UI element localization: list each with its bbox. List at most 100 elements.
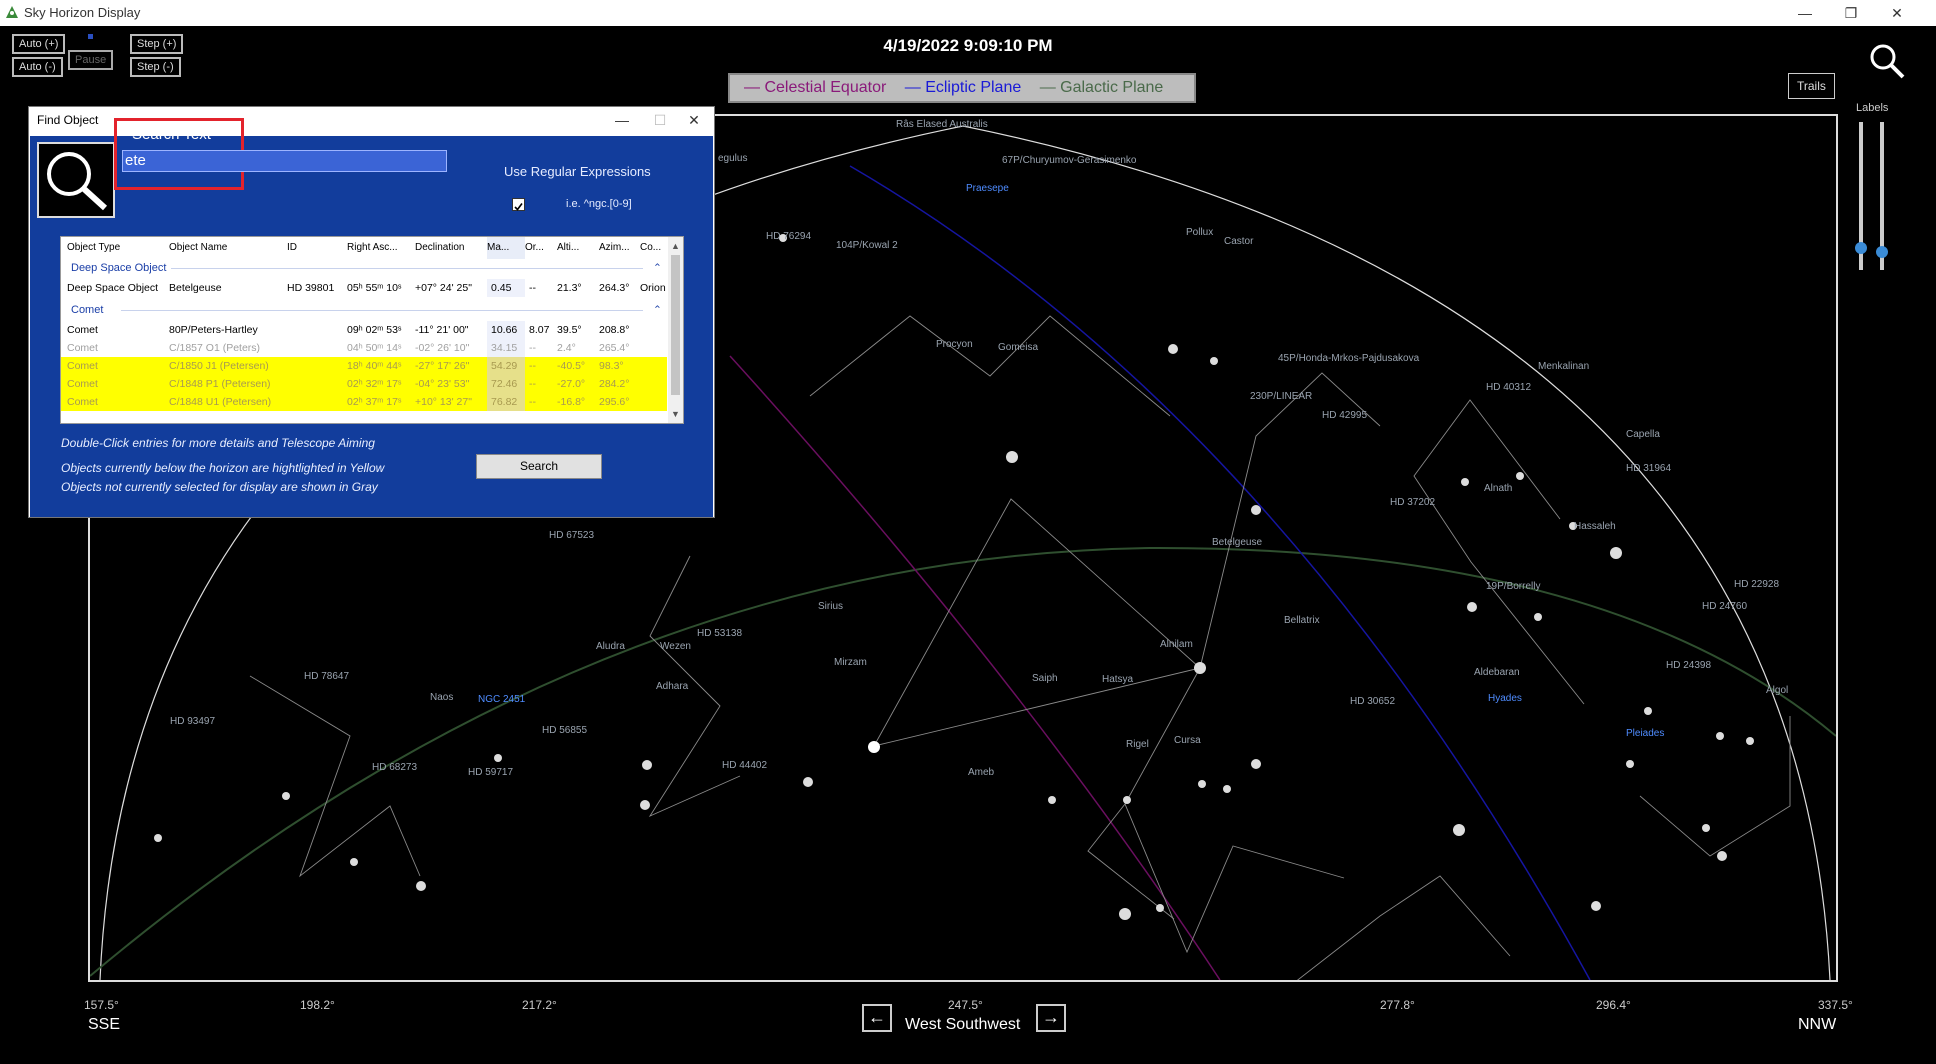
current-datetime: 4/19/2022 9:09:10 PM — [883, 36, 1053, 55]
trails-button[interactable]: Trails — [1788, 73, 1835, 99]
svg-text:HD 22928: HD 22928 — [1734, 579, 1779, 590]
search-text-label: Search Text — [132, 126, 211, 143]
restore-icon[interactable]: ❐ — [1828, 0, 1874, 26]
azimuth-tick: 157.5° — [84, 998, 119, 1012]
svg-text:Procyon: Procyon — [936, 339, 973, 350]
table-row[interactable]: Deep Space Object Betelgeuse HD 39801 05… — [61, 279, 667, 297]
col-declination[interactable]: Declination — [415, 237, 464, 259]
pan-left-arrow-icon[interactable]: ← — [862, 1004, 892, 1032]
svg-text:Praesepe: Praesepe — [966, 183, 1009, 194]
svg-text:HD 37202: HD 37202 — [1390, 497, 1435, 508]
svg-text:104P/Kowal 2: 104P/Kowal 2 — [836, 240, 898, 251]
svg-text:Cursa: Cursa — [1174, 735, 1201, 746]
svg-text:Rigel: Rigel — [1126, 739, 1149, 750]
svg-text:Saiph: Saiph — [1032, 673, 1058, 684]
svg-text:HD 30652: HD 30652 — [1350, 696, 1395, 707]
svg-text:Pollux: Pollux — [1186, 227, 1213, 238]
svg-text:HD 93497: HD 93497 — [170, 716, 215, 727]
size-slider-thumb[interactable] — [1876, 246, 1888, 258]
svg-text:Pleiades: Pleiades — [1626, 728, 1664, 739]
svg-text:Alnilam: Alnilam — [1160, 639, 1193, 650]
col-altitude[interactable]: Alti... — [557, 237, 579, 259]
col-azimuth[interactable]: Azim... — [599, 237, 630, 259]
center-direction: West Southwest — [905, 1016, 1021, 1033]
col-orbit[interactable]: Or... — [525, 237, 544, 259]
svg-text:Mirzam: Mirzam — [834, 657, 867, 668]
step-minus-button[interactable]: Step (-) — [130, 57, 181, 77]
minimize-icon[interactable]: — — [1782, 0, 1828, 26]
regex-checkbox[interactable] — [512, 198, 525, 211]
table-row[interactable]: Comet C/1848 U1 (Petersen) 02ʰ 37ᵐ 17ˢ +… — [61, 393, 667, 411]
col-object-name[interactable]: Object Name — [169, 237, 227, 259]
scrollbar-thumb[interactable] — [671, 255, 680, 395]
svg-text:HD 42995: HD 42995 — [1322, 410, 1367, 421]
regex-label: Use Regular Expressions — [504, 164, 651, 179]
scroll-down-icon[interactable]: ▼ — [671, 409, 680, 419]
pan-right-arrow-icon[interactable]: → — [1036, 1004, 1066, 1032]
table-row[interactable]: Comet C/1848 P1 (Petersen) 02ʰ 32ᵐ 17ˢ -… — [61, 375, 667, 393]
close-icon[interactable]: ✕ — [1874, 0, 1920, 26]
search-icon[interactable] — [1868, 42, 1906, 80]
svg-text:Capella: Capella — [1626, 429, 1660, 440]
svg-text:Betelgeuse: Betelgeuse — [1212, 537, 1262, 548]
table-row[interactable]: Comet C/1850 J1 (Petersen) 18ʰ 40ᵐ 44ˢ -… — [61, 357, 667, 375]
left-direction: SSE — [88, 1016, 121, 1033]
dialog-close-icon[interactable]: ✕ — [673, 107, 715, 133]
table-row[interactable]: Comet 80P/Peters-Hartley 09ʰ 02ᵐ 53ˢ -11… — [61, 321, 667, 339]
svg-text:HD 44402: HD 44402 — [722, 760, 767, 771]
hint-yellow: Objects currently below the horizon are … — [61, 461, 385, 475]
group-header[interactable]: Comet ⌃ — [61, 301, 667, 319]
svg-text:Menkalinan: Menkalinan — [1538, 361, 1589, 372]
dialog-minimize-icon[interactable]: — — [601, 107, 643, 133]
hint-gray: Objects not currently selected for displ… — [61, 480, 378, 494]
svg-text:NGC 2451: NGC 2451 — [478, 694, 526, 705]
col-right-ascension[interactable]: Right Asc... — [347, 237, 398, 259]
svg-text:Aludra: Aludra — [596, 641, 625, 652]
col-id[interactable]: ID — [287, 237, 297, 259]
legend-galactic-plane: — Galactic Plane — [1039, 79, 1164, 96]
app-icon — [6, 6, 18, 18]
search-button[interactable]: Search — [476, 454, 602, 479]
results-list[interactable]: Object Type Object Name ID Right Asc... … — [60, 236, 684, 424]
azimuth-tick: 296.4° — [1596, 998, 1631, 1012]
plane-legend: — Celestial Equator — Ecliptic Plane — G… — [728, 73, 1196, 103]
svg-text:HD 76294: HD 76294 — [766, 231, 811, 242]
azimuth-tick: 247.5° — [948, 998, 983, 1012]
svg-text:Castor: Castor — [1224, 236, 1254, 247]
svg-text:HD 78647: HD 78647 — [304, 671, 349, 682]
collapse-icon: ⌃ — [653, 304, 662, 316]
svg-text:Hyades: Hyades — [1488, 693, 1522, 704]
svg-text:Alnath: Alnath — [1484, 483, 1512, 494]
azimuth-tick: 198.2° — [300, 998, 335, 1012]
svg-text:Aldebaran: Aldebaran — [1474, 667, 1520, 678]
results-scrollbar[interactable]: ▲ ▼ — [668, 237, 683, 423]
scroll-up-icon[interactable]: ▲ — [671, 241, 680, 251]
svg-text:Ameb: Ameb — [968, 767, 995, 778]
col-object-type[interactable]: Object Type — [67, 237, 120, 259]
sky-horizon-window: Sky Horizon Display — ❐ ✕ Auto (+) Auto … — [0, 0, 1936, 1064]
col-magnitude[interactable]: Ma... — [487, 237, 525, 259]
svg-text:HD 40312: HD 40312 — [1486, 382, 1531, 393]
svg-text:Bellatrix: Bellatrix — [1284, 615, 1320, 626]
labels-slider-thumb[interactable] — [1855, 242, 1867, 254]
search-input[interactable]: ete — [122, 150, 447, 172]
auto-minus-button[interactable]: Auto (-) — [12, 57, 63, 77]
svg-text:Wezen: Wezen — [660, 641, 691, 652]
svg-text:Sirius: Sirius — [818, 601, 843, 612]
labels-caption: Labels — [1856, 102, 1889, 114]
svg-text:HD 67523: HD 67523 — [549, 530, 594, 541]
svg-text:HD 56855: HD 56855 — [542, 725, 587, 736]
svg-text:Hatsya: Hatsya — [1102, 674, 1134, 685]
svg-text:Algol: Algol — [1766, 685, 1788, 696]
right-direction: NNW — [1798, 1016, 1837, 1033]
svg-text:67P/Churyumov-Gerasimenko: 67P/Churyumov-Gerasimenko — [1002, 155, 1137, 166]
collapse-icon: ⌃ — [653, 262, 662, 274]
svg-text:Râs Elased Australis: Râs Elased Australis — [896, 119, 988, 130]
svg-text:HD 24760: HD 24760 — [1702, 601, 1747, 612]
group-header[interactable]: Deep Space Object ⌃ — [61, 259, 667, 277]
svg-text:HD 53138: HD 53138 — [697, 628, 742, 639]
svg-text:Naos: Naos — [430, 692, 453, 703]
check-icon — [514, 203, 523, 211]
col-constellation[interactable]: Co... — [640, 237, 661, 259]
table-row[interactable]: Comet C/1857 O1 (Peters) 04ʰ 50ᵐ 14ˢ -02… — [61, 339, 667, 357]
